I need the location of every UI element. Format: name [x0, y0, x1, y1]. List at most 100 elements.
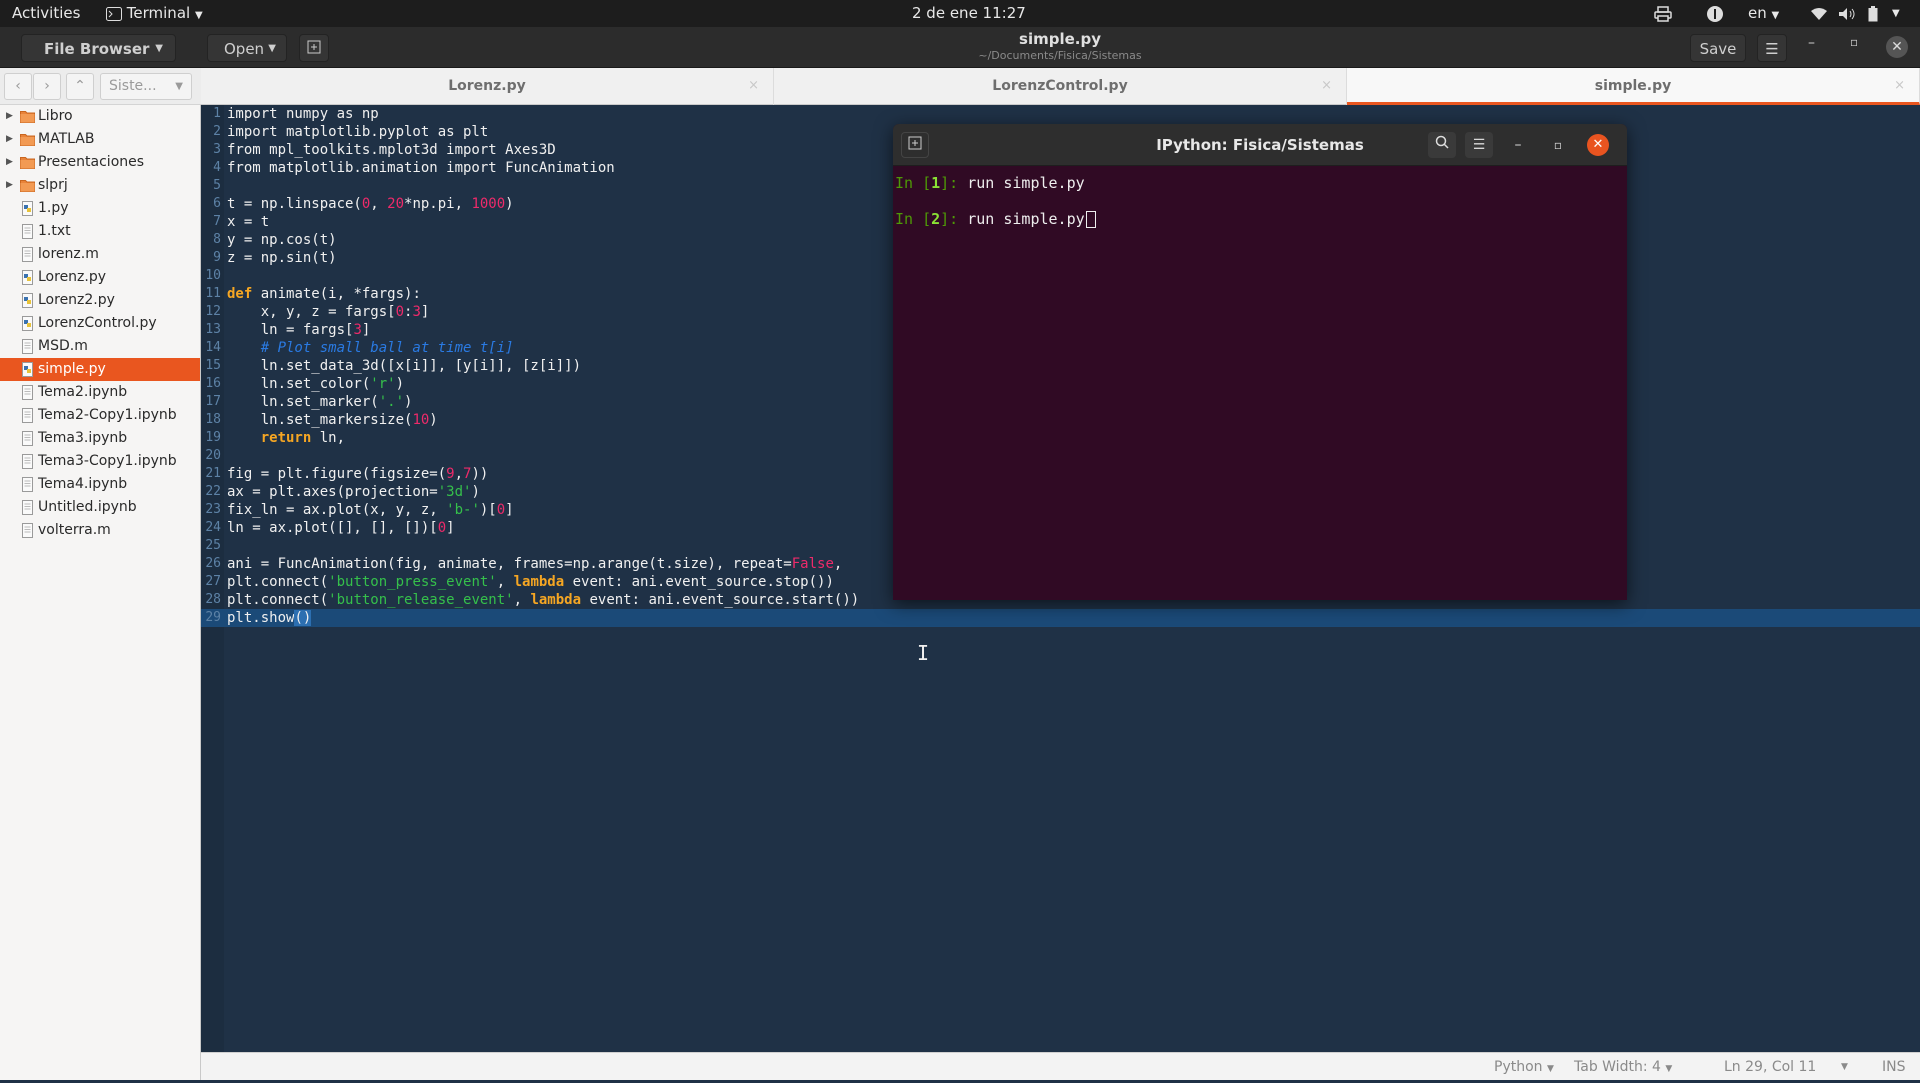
search-icon[interactable] — [1428, 132, 1456, 158]
tab-width-label: Tab Width: 4 — [1574, 1059, 1661, 1075]
expander-arrow-icon[interactable]: ▶ — [6, 174, 13, 197]
system-menu-chevron-icon[interactable]: ▼ — [1892, 0, 1900, 27]
cursor-position[interactable]: Ln 29, Col 11 — [1724, 1053, 1816, 1081]
text-file-icon — [22, 339, 33, 354]
file-item[interactable]: 1.py — [0, 197, 200, 220]
maximize-icon[interactable]: ▫ — [1850, 35, 1858, 49]
file-item[interactable]: Lorenz2.py — [0, 289, 200, 312]
file-item[interactable]: ▶ Presentaciones — [0, 151, 200, 174]
file-item[interactable]: Tema3.ipynb — [0, 427, 200, 450]
accessibility-icon[interactable] — [1706, 0, 1724, 27]
tab-width-selector[interactable]: Tab Width: 4 ▼ — [1574, 1053, 1672, 1083]
line-number: 22 — [205, 484, 221, 499]
prompt-number: 1 — [931, 174, 941, 192]
clock[interactable]: 2 de ene 11:27 — [912, 0, 1026, 27]
expander-arrow-icon[interactable]: ▶ — [6, 151, 13, 174]
text-file-icon — [22, 500, 33, 515]
terminal-window[interactable]: IPython: Fisica/Sistemas ☰ – ▫ ✕ In [1]:… — [893, 124, 1627, 600]
code-token: plt.connect( — [227, 592, 329, 608]
line-number: 16 — [205, 376, 221, 391]
new-tab-button[interactable] — [299, 34, 329, 62]
line-number: 9 — [213, 250, 221, 265]
file-item[interactable]: ▶ slprj — [0, 174, 200, 197]
chevron-down-icon: ▼ — [175, 81, 183, 92]
file-item[interactable]: LorenzControl.py — [0, 312, 200, 335]
maximize-icon[interactable]: ▫ — [1544, 132, 1572, 158]
code-token: y = np.cos(t) — [227, 232, 337, 248]
code-token: 1000 — [471, 196, 506, 212]
document-tab[interactable]: LorenzControl.py × — [774, 68, 1347, 105]
language-indicator[interactable]: en ▼ — [1748, 0, 1779, 27]
minimize-icon[interactable]: – — [1504, 132, 1532, 158]
file-item-label: Tema4.ipynb — [38, 476, 128, 492]
file-item[interactable]: 1.txt — [0, 220, 200, 243]
terminal-line: In [2]: run simple.py — [895, 209, 1096, 229]
folder-icon — [20, 157, 35, 169]
file-item-label: Presentaciones — [38, 154, 145, 170]
save-button[interactable]: Save — [1690, 34, 1746, 62]
line-number: 6 — [213, 196, 221, 211]
file-item[interactable]: Tema2.ipynb — [0, 381, 200, 404]
directory-selector[interactable]: Siste... ▼ — [100, 73, 192, 100]
tab-close-icon[interactable]: × — [748, 68, 759, 104]
language-selector[interactable]: Python ▼ — [1494, 1053, 1554, 1083]
insert-mode-indicator[interactable]: INS — [1882, 1053, 1906, 1081]
document-path: ~/Documents/Fisica/Sistemas — [978, 49, 1142, 62]
file-item[interactable]: lorenz.m — [0, 243, 200, 266]
terminal-title: IPython: Fisica/Sistemas — [1156, 136, 1364, 154]
file-item[interactable]: volterra.m — [0, 519, 200, 542]
code-token: 0 — [437, 520, 447, 536]
code-token: ln = ax.plot([], [], [])[ — [227, 520, 438, 536]
hamburger-menu-icon[interactable]: ☰ — [1757, 34, 1787, 62]
code-token: , — [496, 574, 514, 590]
line-number: 11 — [205, 286, 221, 301]
chevron-down-icon: ▼ — [1546, 1064, 1554, 1074]
wifi-icon[interactable] — [1810, 0, 1828, 27]
file-item[interactable]: Untitled.ipynb — [0, 496, 200, 519]
file-item[interactable]: ▶ MATLAB — [0, 128, 200, 151]
document-tab[interactable]: Lorenz.py × — [201, 68, 774, 105]
minimize-icon[interactable]: – — [1808, 35, 1815, 51]
hamburger-menu-icon[interactable]: ☰ — [1465, 132, 1493, 158]
file-item[interactable]: Lorenz.py — [0, 266, 200, 289]
close-icon[interactable]: ✕ — [1587, 134, 1609, 156]
close-window-icon[interactable]: ✕ — [1886, 36, 1908, 58]
forward-arrow-icon[interactable]: › — [33, 73, 61, 100]
python-file-icon — [22, 201, 33, 216]
file-item[interactable]: Tema3-Copy1.ipynb — [0, 450, 200, 473]
new-terminal-tab-icon[interactable] — [901, 132, 929, 158]
file-item[interactable]: simple.py — [0, 358, 200, 381]
language-selector-label: Python — [1494, 1059, 1543, 1075]
document-tab[interactable]: simple.py × — [1347, 68, 1920, 105]
open-button[interactable]: Open ▼ — [207, 34, 287, 62]
code-token: ln.set_markersize( — [227, 412, 413, 428]
code-text: x = t — [227, 213, 269, 231]
expander-arrow-icon[interactable]: ▶ — [6, 105, 13, 128]
code-text: import numpy as np — [227, 105, 379, 123]
code-text: y = np.cos(t) — [227, 231, 337, 249]
prompt-suffix: ]: — [940, 210, 968, 228]
file-item[interactable]: Tema4.ipynb — [0, 473, 200, 496]
code-token: import matplotlib.pyplot as plt — [227, 124, 489, 140]
code-token: )) — [471, 466, 489, 482]
code-token: ] — [420, 304, 430, 320]
back-arrow-icon[interactable]: ‹ — [4, 73, 32, 100]
battery-icon[interactable] — [1868, 0, 1878, 27]
tab-close-icon[interactable]: × — [1321, 68, 1332, 104]
file-item-label: Lorenz2.py — [38, 292, 115, 308]
file-item[interactable]: Tema2-Copy1.ipynb — [0, 404, 200, 427]
file-item[interactable]: ▶ Libro — [0, 105, 200, 128]
code-token: 0 — [395, 304, 405, 320]
activities-button[interactable]: Activities — [12, 0, 80, 27]
app-menu[interactable]: Terminal ▼ — [106, 0, 203, 27]
code-text: from mpl_toolkits.mplot3d import Axes3D — [227, 141, 556, 159]
terminal-output[interactable]: In [1]: run simple.py In [2]: run simple… — [893, 166, 1627, 600]
printer-icon[interactable] — [1654, 0, 1672, 27]
chevron-down-icon[interactable]: ▼ — [1841, 1053, 1848, 1081]
file-item[interactable]: MSD.m — [0, 335, 200, 358]
volume-icon[interactable] — [1838, 0, 1856, 27]
file-browser-button[interactable]: File Browser ▼ — [21, 34, 176, 62]
expander-arrow-icon[interactable]: ▶ — [6, 128, 13, 151]
up-arrow-icon[interactable]: ⌃ — [66, 73, 94, 100]
tab-close-icon[interactable]: × — [1894, 68, 1905, 104]
